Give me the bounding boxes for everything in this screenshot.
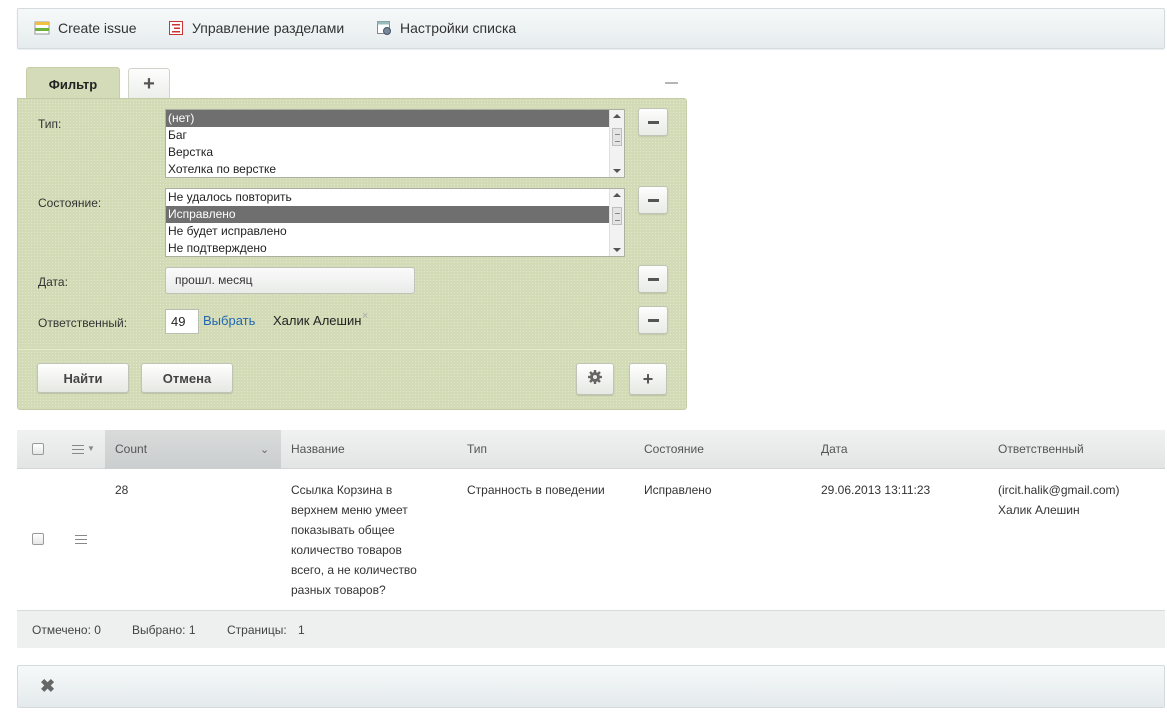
cancel-button[interactable]: Отмена	[141, 363, 233, 393]
remove-state-button[interactable]	[638, 186, 668, 214]
state-option[interactable]: Не удалось повторить	[166, 189, 609, 206]
type-select[interactable]: (нет) Баг Верстка Хотелка по верстке	[165, 109, 625, 178]
choose-user-link[interactable]: Выбрать	[203, 313, 255, 328]
sort-desc-icon[interactable]: ⌄	[260, 443, 269, 456]
tab-filter[interactable]: Фильтр	[26, 67, 120, 100]
responsible-label: Ответственный:	[38, 316, 128, 330]
state-option[interactable]: Исправлено	[166, 206, 609, 223]
row-menu-icon[interactable]	[75, 535, 87, 544]
column-state[interactable]: Состояние	[644, 442, 704, 456]
remove-responsible-button[interactable]	[638, 306, 668, 334]
create-icon	[34, 20, 50, 36]
create-issue-button[interactable]: Create issue	[34, 20, 137, 36]
find-button[interactable]: Найти	[37, 363, 129, 393]
remove-date-button[interactable]	[638, 265, 668, 293]
column-count[interactable]: Count	[115, 442, 147, 456]
add-filter-field-button[interactable]: +	[629, 363, 667, 395]
name-line: показывать общее	[291, 523, 395, 537]
selected-count: Выбрано: 1	[132, 623, 196, 637]
name-line: всего, а не количество	[291, 563, 417, 577]
marked-count: Отмечено: 0	[32, 623, 101, 637]
responsible-email: (ircit.halik@gmail.com)	[998, 483, 1120, 497]
row-checkbox[interactable]	[32, 533, 44, 545]
type-option[interactable]: Баг	[166, 127, 609, 144]
responsible-name: Халик Алешин	[273, 313, 362, 328]
column-responsible[interactable]: Ответственный	[998, 442, 1084, 456]
grid-footer: Отмечено: 0 Выбрано: 1 Страницы: 1	[17, 610, 1165, 648]
cell-date: 29.06.2013 13:11:23	[821, 483, 931, 497]
table-row[interactable]: 28 Ссылка Корзина в верхнем меню умеет п…	[17, 470, 1165, 610]
sections-icon	[168, 20, 184, 36]
responsible-id-input[interactable]: 49	[165, 309, 199, 334]
list-settings-label: Настройки списка	[400, 20, 517, 36]
bottom-action-bar: ✖	[17, 665, 1165, 708]
row-actions-menu-icon[interactable]	[72, 445, 84, 454]
cell-name[interactable]: Ссылка Корзина в верхнем меню умеет пока…	[291, 480, 451, 600]
state-option[interactable]: Не подтверждено	[166, 240, 609, 256]
gear-icon	[587, 369, 603, 390]
column-type[interactable]: Тип	[467, 442, 487, 456]
delete-icon[interactable]: ✖	[40, 676, 55, 697]
name-line: верхнем меню умеет	[291, 503, 408, 517]
type-option[interactable]: (нет)	[166, 110, 609, 127]
filter-settings-button[interactable]	[576, 363, 614, 395]
pages-label: Страницы:	[227, 623, 287, 637]
type-scrollbar[interactable]	[609, 110, 624, 177]
manage-sections-button[interactable]: Управление разделами	[168, 20, 344, 36]
state-select[interactable]: Не удалось повторить Исправлено Не будет…	[165, 188, 625, 257]
cell-responsible: (ircit.halik@gmail.com) Халик Алешин	[998, 480, 1120, 520]
collapse-filter-icon[interactable]	[665, 82, 678, 84]
list-settings-button[interactable]: Настройки списка	[376, 20, 516, 36]
settings-icon	[376, 20, 392, 36]
date-label: Дата:	[38, 275, 68, 289]
state-option[interactable]: Не будет исправлено	[166, 223, 609, 240]
remove-user-icon[interactable]: ×	[362, 310, 368, 322]
filter-panel: Тип: (нет) Баг Верстка Хотелка по верстк…	[17, 98, 687, 410]
cell-type: Странность в поведении	[467, 483, 605, 497]
type-option[interactable]: Хотелка по верстке	[166, 161, 609, 177]
name-line: Ссылка Корзина в	[291, 483, 393, 497]
cell-state: Исправлено	[644, 483, 712, 497]
column-date[interactable]: Дата	[821, 442, 848, 456]
remove-type-button[interactable]	[638, 108, 668, 136]
responsible-name: Халик Алешин	[998, 503, 1080, 517]
page-link[interactable]: 1	[298, 623, 305, 637]
add-filter-tab-button[interactable]: +	[128, 68, 170, 100]
name-line: количество товаров	[291, 543, 402, 557]
grid-header: ▼ Count ⌄ Название Тип Состояние Дата От…	[17, 430, 1165, 469]
date-select[interactable]: прошл. месяц	[165, 267, 415, 294]
select-all-checkbox[interactable]	[32, 443, 44, 455]
filter-divider	[18, 349, 686, 350]
column-name[interactable]: Название	[291, 442, 345, 456]
menu-caret-icon: ▼	[87, 444, 95, 453]
manage-sections-label: Управление разделами	[192, 20, 345, 36]
name-line: разных товаров?	[291, 583, 386, 597]
type-option[interactable]: Верстка	[166, 144, 609, 161]
type-label: Тип:	[38, 117, 62, 131]
top-toolbar: Create issue Управление разделами Настро…	[17, 8, 1165, 49]
create-issue-label: Create issue	[58, 20, 137, 36]
state-scrollbar[interactable]	[609, 189, 624, 256]
state-label: Состояние:	[38, 196, 102, 210]
cell-count: 28	[115, 483, 129, 497]
